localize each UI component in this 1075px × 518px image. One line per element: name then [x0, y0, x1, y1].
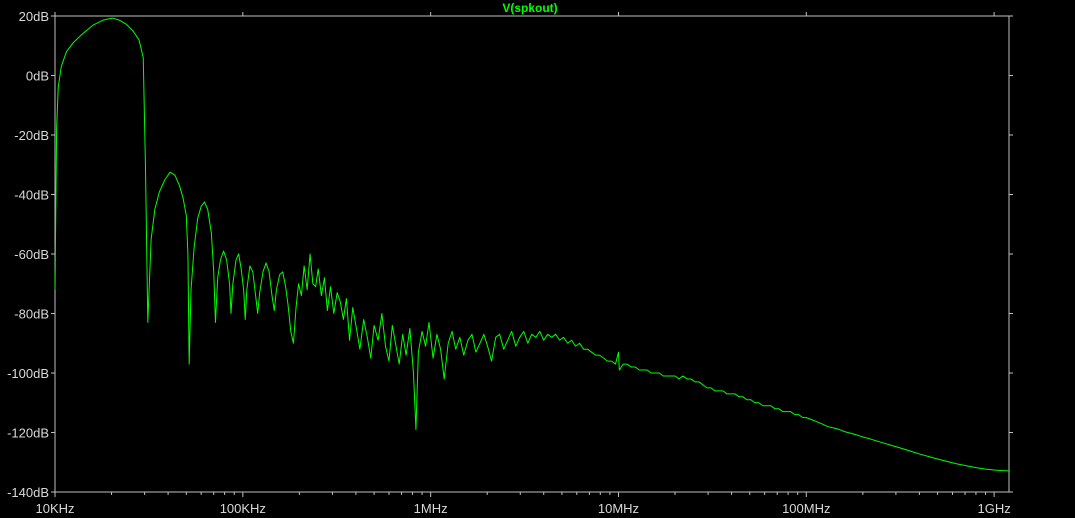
- y-tick-label: -20dB: [14, 128, 49, 143]
- trace-label: V(spkout): [502, 1, 557, 15]
- y-tick-label: -60dB: [14, 247, 49, 262]
- x-tick-label: 1MHz: [414, 501, 448, 516]
- y-tick-label: 0dB: [26, 69, 49, 84]
- y-tick-label: -40dB: [14, 188, 49, 203]
- plot-background: [0, 0, 1075, 518]
- bode-plot: 20dB 0dB -20dB -40dB -60dB -80dB -100dB -120dB -…: [0, 0, 1075, 518]
- x-tick-label: 100KHz: [220, 501, 266, 516]
- y-tick-label: 20dB: [19, 9, 49, 24]
- x-tick-label: 100MHz: [782, 501, 830, 516]
- y-tick-label: -140dB: [7, 485, 49, 500]
- y-tick-label: -100dB: [7, 366, 49, 381]
- x-tick-label: 10KHz: [35, 501, 74, 516]
- y-tick-label: -80dB: [14, 307, 49, 322]
- x-tick-label: 1GHz: [978, 501, 1011, 516]
- y-tick-label: -120dB: [7, 426, 49, 441]
- x-tick-label: 10MHz: [598, 501, 639, 516]
